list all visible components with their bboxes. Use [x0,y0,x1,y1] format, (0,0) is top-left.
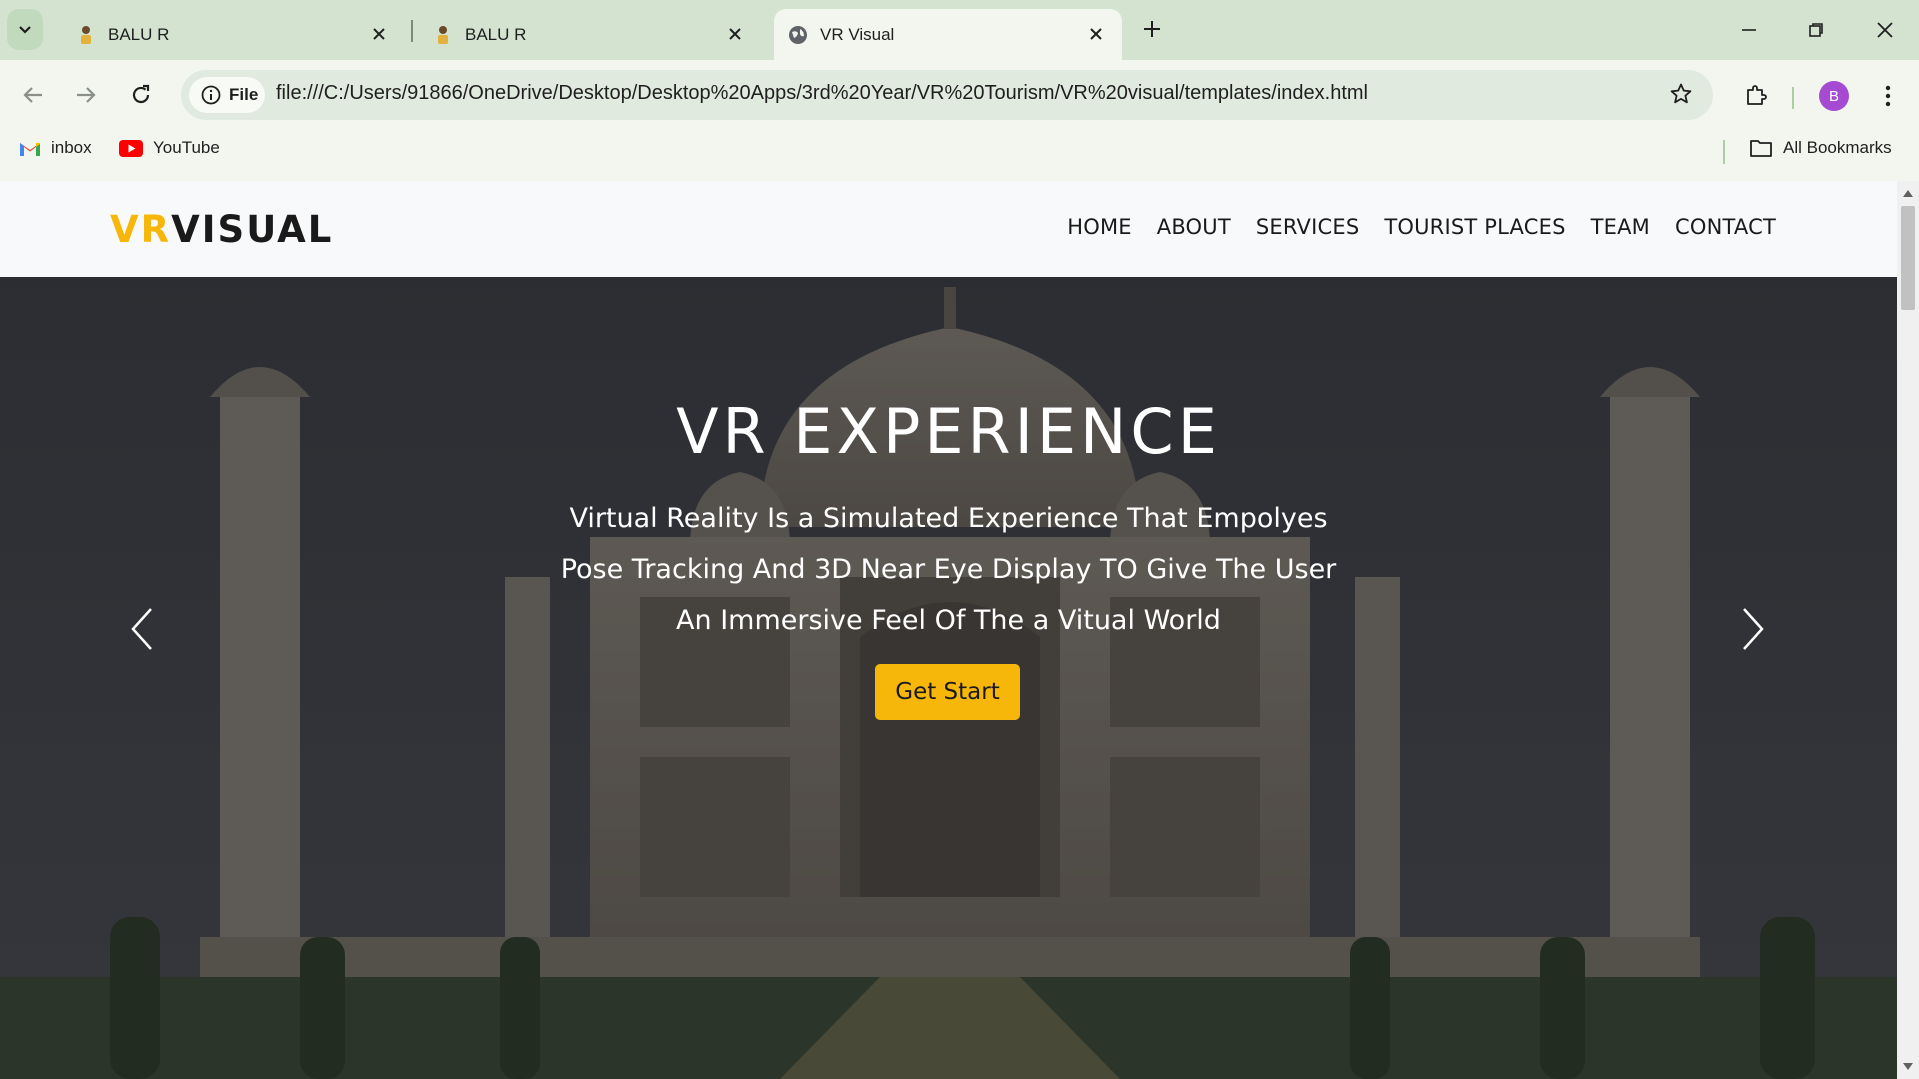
person-icon [433,25,453,45]
browser-menu-button[interactable] [1874,80,1902,112]
bookmarks-bar: inbox YouTube All Bookmarks [0,130,1919,170]
folder-icon [1750,140,1772,157]
tab-balu-1[interactable]: BALU R [60,9,405,60]
puzzle-icon [1747,85,1767,105]
chevron-down-icon [19,25,31,34]
bookmark-label: inbox [51,138,92,157]
page-viewport: VRVISUAL HOME ABOUT SERVICES TOURIST PLA… [0,181,1897,1079]
info-icon [201,85,221,105]
address-bar[interactable]: File file:///C:/Users/91866/OneDrive/Des… [181,70,1713,120]
tab-title: BALU R [465,24,527,44]
chevron-left-icon [131,608,152,650]
chevron-right-icon [1743,608,1764,650]
site-info-label: File [229,85,259,104]
close-icon[interactable] [725,24,745,44]
nav-home[interactable]: HOME [1067,215,1132,239]
close-icon [1877,22,1893,38]
scrollbar-thumb[interactable] [1901,206,1915,310]
hero-text-line-1: Virtual Reality Is a Simulated Experienc… [569,503,1328,534]
carousel-prev-button[interactable] [127,605,157,653]
tab-title: BALU R [108,24,170,44]
nav-tourist-places[interactable]: TOURIST PLACES [1384,215,1565,239]
profile-avatar[interactable]: B [1819,81,1849,111]
hero-text-line-3: An Immersive Feel Of The a Vitual World [676,605,1221,636]
bookmark-youtube[interactable]: YouTube [119,138,220,158]
reload-icon [132,84,150,104]
main-nav: HOME ABOUT SERVICES TOURIST PLACES TEAM … [1067,215,1776,239]
tab-title: VR Visual [820,24,895,44]
profile-initial: B [1828,87,1839,105]
carousel-next-button[interactable] [1738,605,1768,653]
globe-icon [788,25,808,45]
back-arrow-icon [23,87,42,103]
scroll-up-arrow-icon[interactable] [1902,187,1914,199]
reload-button[interactable] [122,76,160,114]
extensions-button[interactable] [1737,76,1775,114]
bookmarks-divider [1723,140,1725,164]
restore-button[interactable] [1798,12,1834,48]
nav-contact[interactable]: CONTACT [1675,215,1776,239]
minimize-button[interactable] [1731,12,1767,48]
tab-balu-2[interactable]: BALU R [417,9,761,60]
gmail-icon [20,142,40,156]
site-header: VRVISUAL HOME ABOUT SERVICES TOURIST PLA… [0,181,1897,277]
nav-team[interactable]: TEAM [1591,215,1650,239]
tab-strip: BALU R BALU R VR Visual [0,0,1919,60]
close-window-button[interactable] [1867,12,1903,48]
hero-text-line-2: Pose Tracking And 3D Near Eye Display TO… [560,554,1337,585]
toolbar-divider [1792,87,1794,109]
kebab-menu-icon [1885,85,1891,107]
close-icon[interactable] [1086,24,1106,44]
site-logo[interactable]: VRVISUAL [110,208,333,251]
nav-services[interactable]: SERVICES [1256,215,1359,239]
back-button[interactable] [14,76,52,114]
plus-icon [1144,21,1160,37]
tab-vr-visual[interactable]: VR Visual [774,9,1122,60]
forward-button[interactable] [67,76,105,114]
url-text[interactable]: file:///C:/Users/91866/OneDrive/Desktop/… [276,82,1368,105]
person-icon [76,25,96,45]
bookmark-label: YouTube [153,138,220,157]
page-scrollbar[interactable] [1897,181,1919,1079]
tab-search-button[interactable] [7,9,43,50]
youtube-icon [119,139,143,157]
minimize-icon [1742,29,1756,31]
new-tab-button[interactable] [1138,15,1166,43]
forward-arrow-icon [77,87,96,103]
logo-vr: VR [110,208,172,251]
bookmark-star-icon[interactable] [1669,82,1693,111]
all-bookmarks-label: All Bookmarks [1783,138,1892,157]
scroll-down-arrow-icon[interactable] [1902,1061,1914,1073]
hero-title: VR EXPERIENCE [676,395,1221,468]
nav-about[interactable]: ABOUT [1157,215,1231,239]
bookmark-inbox[interactable]: inbox [19,138,92,158]
restore-icon [1809,23,1823,37]
hero-carousel: VR EXPERIENCE Virtual Reality Is a Simul… [0,277,1897,1079]
tab-separator [411,20,413,42]
get-start-button[interactable]: Get Start [875,664,1020,720]
close-icon[interactable] [369,24,389,44]
browser-toolbar: File file:///C:/Users/91866/OneDrive/Des… [0,60,1919,188]
logo-visual: VISUAL [171,208,334,251]
all-bookmarks-button[interactable]: All Bookmarks [1749,138,1892,158]
